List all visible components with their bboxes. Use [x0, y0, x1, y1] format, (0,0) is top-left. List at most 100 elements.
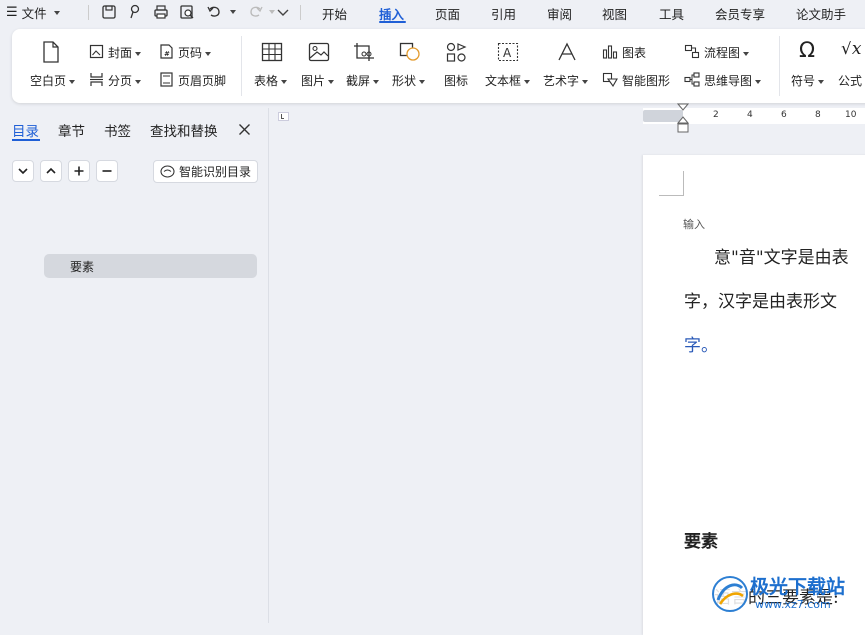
screenshot-icon — [354, 43, 374, 61]
chart-button[interactable]: 图表 — [602, 43, 662, 61]
cover-icon — [89, 44, 104, 59]
format-painter-icon[interactable] — [126, 3, 144, 21]
flowchart-label: 流程图 — [704, 46, 741, 60]
more-chevron-icon[interactable] — [274, 3, 292, 21]
chevron-up-icon — [46, 167, 56, 174]
screenshot-label: 截屏 — [346, 74, 371, 88]
tab-home[interactable]: 开始 — [322, 4, 347, 23]
print-preview-icon[interactable] — [178, 3, 196, 21]
header-footer-icon — [160, 72, 173, 87]
ruler-tick: 6 — [781, 110, 787, 120]
page-break-label: 分页 — [108, 74, 133, 88]
table-label: 表格 — [254, 74, 279, 88]
flowchart-icon — [684, 44, 700, 59]
header-footer-button[interactable]: 页眉页脚 — [159, 71, 231, 89]
page-number-icon: # — [160, 44, 173, 59]
toc-item[interactable]: 要素 — [44, 254, 257, 278]
watermark-url: www.xz7.com — [755, 598, 831, 611]
active-tab-underline — [12, 139, 40, 141]
blank-page-button[interactable]: 空白页 — [30, 41, 76, 91]
blank-page-icon — [43, 41, 59, 63]
cover-button[interactable]: 封面 — [89, 43, 149, 61]
textbox-button[interactable]: A 文本框 — [485, 41, 535, 91]
minus-icon — [102, 170, 112, 172]
ribbon-divider — [241, 36, 242, 96]
mindmap-button[interactable]: 思维导图 — [684, 71, 768, 89]
icon-library-button[interactable]: 图标 — [442, 41, 474, 91]
chevron-down-icon — [69, 79, 76, 84]
mindmap-label: 思维导图 — [704, 74, 753, 88]
omega-icon: Ω — [799, 38, 816, 62]
chevron-down-icon — [373, 79, 380, 84]
menu-bar: ☰ 文件 开始 插入 页面 引用 审阅 视图 工具 会员专享 论文助手 — [0, 0, 865, 26]
ribbon-toolbar — [12, 29, 865, 103]
chevron-down-icon — [135, 79, 142, 84]
tab-tools[interactable]: 工具 — [659, 4, 684, 23]
chevron-down-icon — [419, 79, 426, 84]
tab-member[interactable]: 会员专享 — [715, 4, 765, 23]
screenshot-button[interactable]: 截屏 — [346, 41, 386, 91]
tab-references[interactable]: 引用 — [491, 4, 516, 23]
symbol-button[interactable]: Ω 符号 — [791, 38, 831, 91]
tab-toc[interactable]: 目录 — [12, 120, 39, 140]
page-number-button[interactable]: # 页码 — [159, 43, 219, 61]
tab-review[interactable]: 审阅 — [547, 4, 572, 23]
ribbon-divider — [779, 36, 780, 96]
paragraph-text-highlighted[interactable]: 字。 — [684, 331, 718, 356]
chevron-down-icon — [524, 79, 531, 84]
hamburger-icon: ☰ — [6, 5, 18, 20]
ruler-tab-selector[interactable] — [278, 112, 289, 121]
chevron-down-icon — [53, 10, 60, 15]
table-button[interactable]: 表格 — [253, 41, 293, 91]
tab-page[interactable]: 页面 — [435, 4, 460, 23]
tab-thesis-assistant[interactable]: 论文助手 — [796, 4, 846, 23]
wordart-label: 艺术字 — [543, 74, 580, 88]
expand-button[interactable] — [40, 160, 62, 182]
blank-page-label: 空白页 — [30, 74, 67, 88]
cover-label: 封面 — [108, 46, 133, 60]
svg-text:#: # — [164, 50, 170, 58]
section-heading[interactable]: 要素 — [684, 527, 718, 552]
tab-bookmarks[interactable]: 书签 — [104, 120, 131, 140]
chevron-down-icon — [205, 51, 212, 56]
flowchart-button[interactable]: 流程图 — [684, 43, 756, 61]
collapse-button[interactable] — [12, 160, 34, 182]
file-menu[interactable]: ☰ 文件 — [6, 3, 60, 22]
margin-corner-marker — [659, 171, 684, 196]
redo-icon[interactable] — [247, 3, 265, 21]
chevron-down-icon — [582, 79, 589, 84]
formula-button[interactable]: √x 公式 — [838, 41, 865, 91]
document-page[interactable]: 输入 意"音"文字是由表 字，汉字是由表形文 字。 要素 语言的三要素是: — [643, 155, 865, 635]
wordart-button[interactable]: 艺术字 — [543, 41, 593, 91]
paragraph-text[interactable]: 字，汉字是由表形文 — [684, 287, 837, 312]
add-toc-button[interactable] — [68, 160, 90, 182]
input-hint: 输入 — [683, 218, 705, 231]
picture-label: 图片 — [301, 74, 326, 88]
tab-view[interactable]: 视图 — [602, 4, 627, 23]
print-icon[interactable] — [152, 3, 170, 21]
ruler-tick: 4 — [747, 110, 753, 120]
indent-marker-icon[interactable] — [677, 103, 689, 135]
smart-toc-button[interactable]: 智能识别目录 — [153, 160, 259, 183]
ruler-tick: 8 — [815, 110, 821, 120]
page-break-button[interactable]: 分页 — [89, 71, 149, 89]
chart-label: 图表 — [622, 46, 647, 60]
undo-icon[interactable] — [205, 3, 223, 21]
svg-text:A: A — [503, 46, 512, 60]
smart-graphic-button[interactable]: 智能图形 — [602, 71, 674, 89]
formula-icon: √x — [841, 41, 862, 59]
tab-chapters[interactable]: 章节 — [58, 120, 85, 140]
picture-button[interactable]: 图片 — [301, 41, 341, 91]
remove-toc-button[interactable] — [96, 160, 118, 182]
save-icon[interactable] — [100, 3, 118, 21]
close-icon[interactable] — [238, 123, 251, 136]
ai-bubble-icon — [160, 165, 175, 178]
chevron-down-icon[interactable] — [230, 10, 236, 14]
shape-button[interactable]: 形状 — [392, 41, 432, 91]
tab-find-replace[interactable]: 查找和替换 — [150, 120, 218, 140]
paragraph-text[interactable]: 意"音"文字是由表 — [714, 243, 849, 268]
site-watermark-logo: 极光下载站 www.xz7.com — [710, 570, 860, 620]
mindmap-icon — [684, 72, 700, 87]
icon-library-label: 图标 — [444, 74, 469, 88]
navigation-pane: 目录 章节 书签 查找和替换 智能识别目录 要素 — [0, 108, 269, 623]
